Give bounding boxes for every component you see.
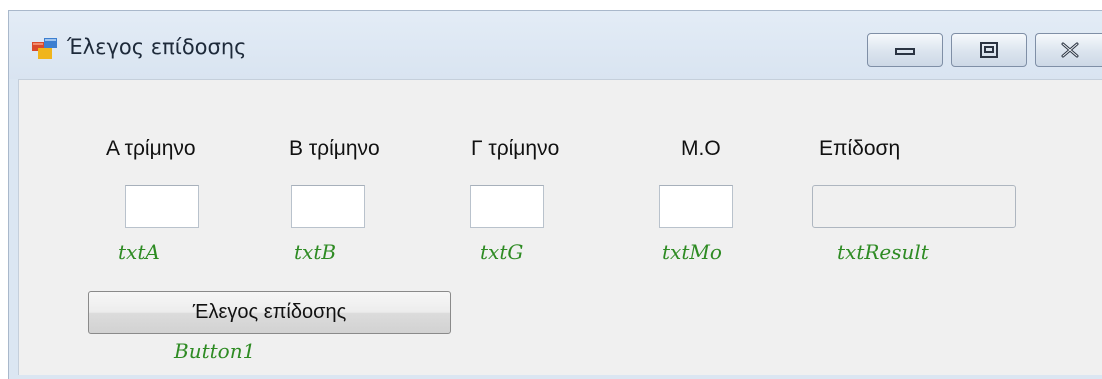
annotation-txtA: txtA <box>118 240 160 264</box>
close-button[interactable] <box>1035 33 1102 67</box>
app-form-icon <box>32 38 58 60</box>
txtG-input[interactable] <box>470 185 544 228</box>
window-title: Έλεγος επίδοσης <box>67 35 247 59</box>
txtB-input[interactable] <box>291 185 365 228</box>
annotation-txtMo: txtMo <box>662 240 722 264</box>
annotation-txtResult: txtResult <box>837 240 929 264</box>
form-client-area: Α τρίμηνο Β τρίμηνο Γ τρίμηνο Μ.Ο Επίδοσ… <box>18 79 1102 375</box>
label-g-quarter: Γ τρίμηνο <box>471 137 560 160</box>
minimize-icon <box>895 48 915 55</box>
annotation-txtB: txtB <box>294 240 337 264</box>
minimize-button[interactable] <box>867 33 943 67</box>
label-average: Μ.Ο <box>681 137 721 160</box>
label-b-quarter: Β τρίμηνο <box>289 137 380 160</box>
close-icon <box>1061 42 1078 58</box>
title-bar[interactable]: Έλεγος επίδοσης <box>9 11 1102 79</box>
label-result: Επίδοση <box>819 137 901 160</box>
annotation-button1: Button1 <box>174 339 256 363</box>
check-performance-button[interactable]: Έλεγος επίδοσης <box>88 291 451 334</box>
annotation-txtG: txtG <box>480 240 524 264</box>
txtA-input[interactable] <box>125 185 199 228</box>
restore-icon <box>980 42 998 58</box>
label-a-quarter: Α τρίμηνο <box>106 137 196 160</box>
txtMo-input[interactable] <box>659 185 733 228</box>
app-window: Έλεγος επίδοσης Α τρίμηνο Β τρίμηνο Γ τρ… <box>8 10 1102 379</box>
txtResult-field <box>812 185 1016 228</box>
restore-button[interactable] <box>951 33 1027 67</box>
